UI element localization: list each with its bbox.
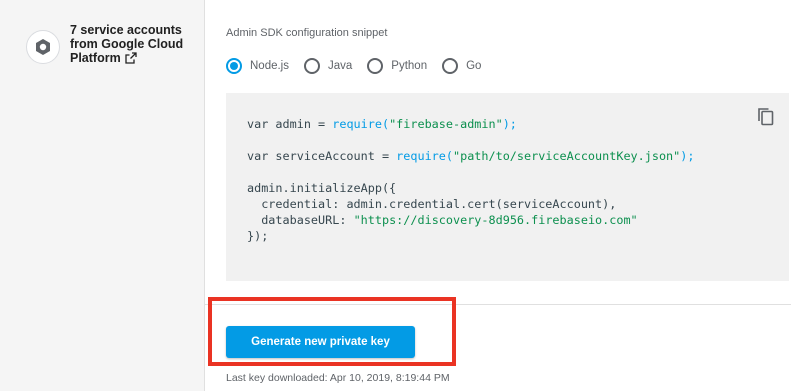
code-token: : admin.credential.cert(serviceAccount),	[332, 197, 617, 211]
code-token: admin.initializeApp({	[247, 181, 397, 195]
snippet-section: Admin SDK configuration snippet Node.js …	[205, 0, 791, 391]
radio-python-label: Python	[391, 60, 428, 72]
code-token: "firebase-admin"	[389, 117, 503, 131]
generate-private-key-button[interactable]: Generate new private key	[226, 326, 415, 358]
radio-go-label: Go	[466, 60, 482, 72]
code-token: );	[502, 117, 517, 131]
service-accounts-panel: 7 service accounts from Google Cloud Pla…	[0, 0, 205, 391]
radio-python[interactable]: Python	[367, 58, 427, 74]
radio-nodejs-label: Node.js	[250, 60, 289, 72]
copy-icon[interactable]	[757, 107, 775, 132]
code-token: databaseURL	[247, 213, 340, 227]
code-token: });	[247, 229, 269, 243]
radio-nodejs[interactable]: Node.js	[226, 58, 289, 74]
code-token: var serviceAccount =	[247, 149, 397, 163]
service-accounts-line-2: from Google Cloud	[70, 37, 184, 51]
service-accounts-link[interactable]: 7 service accounts from Google Cloud Pla…	[70, 23, 200, 67]
radio-nodejs-indicator[interactable]	[226, 58, 242, 74]
code-token: var admin =	[247, 117, 333, 131]
language-radio-group: Node.js Java Python Go	[226, 58, 496, 74]
radio-java-label: Java	[328, 60, 353, 72]
radio-java-indicator[interactable]	[304, 58, 320, 74]
radio-go[interactable]: Go	[442, 58, 481, 74]
code-token: "https://discovery-8d956.firebaseio.com"	[353, 213, 638, 227]
last-key-downloaded-text: Last key downloaded: Apr 10, 2019, 8:19:…	[226, 372, 450, 384]
code-token: credential	[247, 197, 333, 211]
radio-python-indicator[interactable]	[367, 58, 384, 74]
snippet-title: Admin SDK configuration snippet	[226, 27, 388, 39]
code-token: );	[680, 149, 695, 163]
code-token: require(	[396, 149, 453, 163]
code-token: require(	[332, 117, 390, 131]
code-token: "path/to/serviceAccountKey.json"	[452, 149, 681, 163]
open-in-new-icon[interactable]	[125, 52, 137, 67]
radio-go-indicator[interactable]	[442, 58, 459, 74]
radio-java[interactable]: Java	[304, 58, 352, 74]
code-snippet: var admin = require("firebase-admin"); v…	[247, 116, 694, 244]
service-accounts-line-1: 7 service accounts	[70, 23, 182, 37]
google-cloud-hexagon-icon	[26, 30, 60, 64]
code-token: :	[339, 213, 354, 227]
code-snippet-box: var admin = require("firebase-admin"); v…	[226, 93, 789, 281]
service-accounts-line-3: Platform	[70, 51, 121, 65]
